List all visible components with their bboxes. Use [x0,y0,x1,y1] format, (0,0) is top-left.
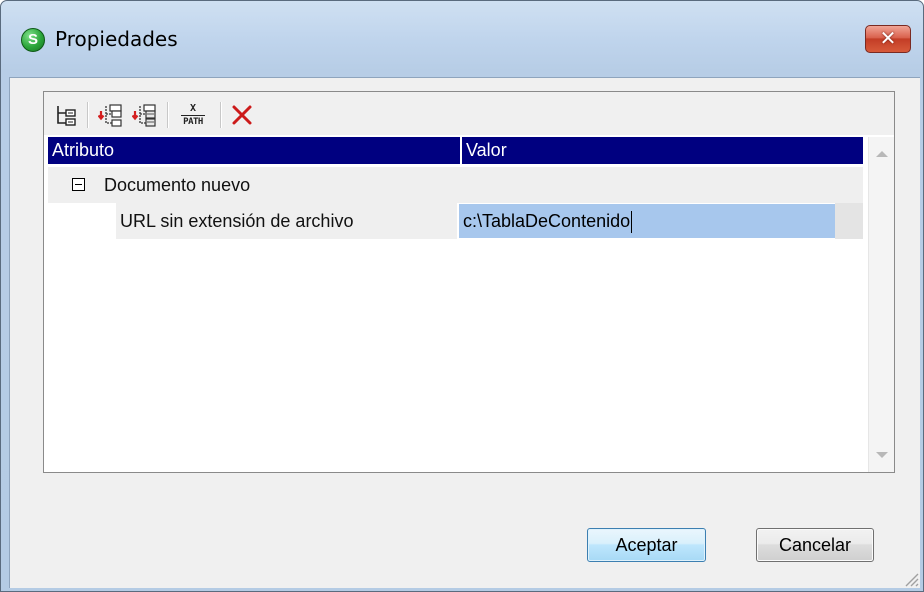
grid-header: Atributo Valor [48,137,863,164]
xpath-icon-label-top: X [189,102,197,114]
tree-view-icon[interactable] [52,100,80,130]
row-label: Documento nuevo [104,175,251,195]
window-title: Propiedades [55,27,178,51]
properties-dialog: S Propiedades ✕ X PATH Atributo Valor Do… [0,0,924,592]
toolbar: X PATH [44,92,894,135]
xpath-icon-rule [181,114,205,116]
toolbar-separator [87,102,88,128]
cancel-button[interactable]: Cancelar [756,528,874,562]
xpath-icon-label-bottom: PATH [183,116,203,127]
add-sibling-element-icon[interactable] [130,100,160,130]
row-label: URL sin extensión de archivo [120,211,354,231]
title-bar[interactable]: S Propiedades ✕ [1,1,923,77]
properties-panel: X PATH Atributo Valor Documento nuevo UR… [43,91,895,473]
toolbar-separator [167,102,168,128]
tree-row-documento-nuevo[interactable]: Documento nuevo [48,167,863,203]
delete-icon[interactable] [228,100,256,130]
add-child-element-icon[interactable] [96,100,126,130]
row-filler [835,203,863,239]
toolbar-separator [220,102,221,128]
properties-grid: Atributo Valor Documento nuevo URL sin e… [44,137,867,472]
collapse-toggle-icon[interactable] [72,178,85,191]
column-header-valor[interactable]: Valor [462,137,862,164]
column-header-atributo[interactable]: Atributo [48,137,458,164]
vertical-scrollbar[interactable] [868,137,894,472]
scroll-down-arrow-icon[interactable] [876,452,888,458]
accept-button[interactable]: Aceptar [587,528,706,562]
xpath-icon[interactable]: X PATH [176,100,210,130]
tree-row-url[interactable]: URL sin extensión de archivo c:\TablaDeC… [48,203,863,239]
dialog-client-area: X PATH Atributo Valor Documento nuevo UR… [9,77,920,588]
text-caret [631,211,633,234]
close-button[interactable]: ✕ [865,25,911,53]
value-text: c:\TablaDeContenido [463,211,631,231]
app-logo-icon: S [21,28,45,52]
scroll-up-arrow-icon[interactable] [876,151,888,157]
value-edit-field[interactable]: c:\TablaDeContenido [459,204,835,238]
resize-grip-icon[interactable] [900,568,920,588]
